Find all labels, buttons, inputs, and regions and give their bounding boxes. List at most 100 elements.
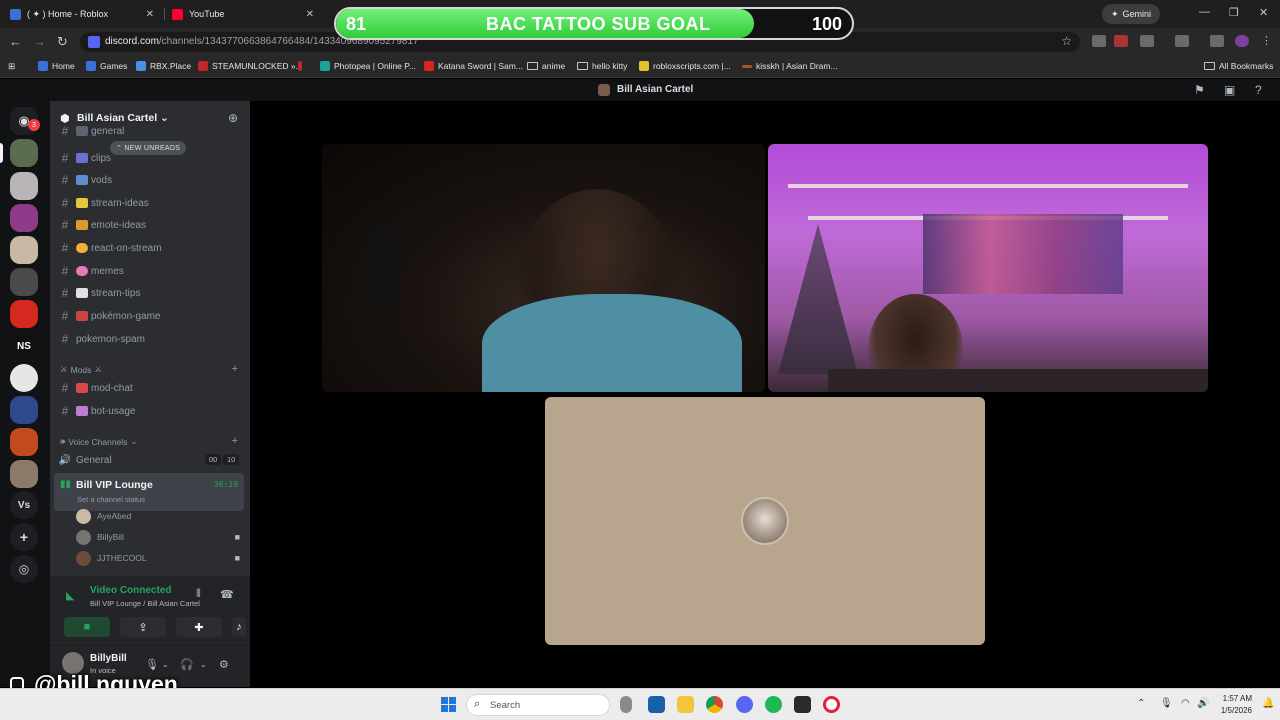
server-icon[interactable] — [10, 460, 38, 488]
channel-general[interactable]: # general — [54, 125, 244, 137]
maximize-icon[interactable]: ❐ — [1229, 6, 1239, 19]
microphone-icon[interactable]: 🎙 — [145, 658, 159, 671]
all-bookmarks[interactable]: All Bookmarks — [1204, 61, 1273, 71]
video-tile[interactable] — [322, 144, 765, 392]
disconnect-icon[interactable]: ☎ — [220, 588, 234, 601]
windows-start-icon[interactable] — [441, 697, 456, 712]
bookmark-item[interactable]: Home — [38, 61, 75, 71]
opera-icon[interactable] — [823, 696, 840, 713]
microphone-icon[interactable]: 🎙 — [1160, 698, 1173, 709]
forward-icon[interactable]: → — [33, 34, 46, 49]
voice-member[interactable]: AyeAbed — [76, 507, 246, 525]
channel-pokemon-game[interactable]: # pokémon-game — [54, 306, 244, 326]
spotify-icon[interactable] — [765, 696, 782, 713]
chevron-down-icon[interactable]: ⌄ — [200, 660, 207, 669]
discover-icon[interactable]: ◎ — [10, 555, 38, 583]
chevron-down-icon[interactable]: ⌄ — [162, 660, 169, 669]
voice-channel-status[interactable]: Set a channel status — [77, 495, 145, 504]
cast-icon[interactable] — [1175, 35, 1189, 47]
profile-avatar[interactable] — [1235, 35, 1249, 47]
voice-member[interactable]: JJTHECOOL ■ — [76, 549, 246, 567]
activities-button[interactable]: ✚ — [176, 617, 222, 637]
kebab-menu-icon[interactable]: ⋮ — [1261, 34, 1272, 47]
bookmark-item[interactable]: Katana Sword | Sam... — [424, 61, 523, 71]
chrome-icon[interactable] — [706, 696, 723, 713]
username[interactable]: BillyBill — [90, 653, 127, 664]
close-icon[interactable]: ✕ — [146, 9, 154, 20]
bookmark-star-icon[interactable]: ☆ — [1061, 34, 1072, 48]
bookmark-item[interactable]: STEAMUNLOCKED »... — [198, 61, 303, 71]
channel-vods[interactable]: # vods — [54, 170, 244, 190]
screen-share-button[interactable]: ⇪ — [120, 617, 166, 637]
video-tile[interactable] — [545, 397, 985, 645]
server-icon[interactable] — [10, 236, 38, 264]
close-icon[interactable]: ✕ — [306, 9, 314, 20]
discord-icon[interactable] — [736, 696, 753, 713]
extension-icon[interactable] — [1114, 35, 1128, 47]
tab-roblox[interactable]: ( ✦ ) Home - Roblox ✕ — [10, 3, 160, 25]
volume-icon[interactable]: 🔊 — [1197, 698, 1209, 709]
bookmark-folder[interactable]: hello kitty — [577, 61, 627, 71]
flag-icon[interactable]: ⚑ — [1194, 83, 1205, 97]
gemini-button[interactable]: ✦ Gemini — [1101, 4, 1160, 24]
channel-bot-usage[interactable]: # bot-usage — [54, 401, 244, 421]
app-icon[interactable] — [794, 696, 811, 713]
bookmark-item[interactable]: Photopea | Online P... — [320, 61, 416, 71]
channel-pokemon-spam[interactable]: # pokemon-spam — [54, 329, 244, 349]
app-icon[interactable] — [648, 696, 665, 713]
media-icon[interactable] — [1210, 35, 1224, 47]
close-window-icon[interactable]: ✕ — [1259, 6, 1268, 19]
bookmark-item[interactable] — [298, 61, 302, 71]
among-us-server-icon[interactable] — [10, 300, 38, 328]
add-channel-icon[interactable]: + — [232, 435, 238, 447]
inbox-icon[interactable]: ▣ — [1224, 83, 1235, 97]
bookmark-item[interactable]: robloxscripts.com |... — [639, 61, 731, 71]
bookmark-folder[interactable]: anime — [527, 61, 565, 71]
vs-server-icon[interactable]: Vs — [10, 491, 38, 519]
soundboard-button[interactable]: ♪ — [232, 617, 246, 637]
help-icon[interactable]: ? — [1255, 83, 1262, 97]
channel-emote-ideas[interactable]: # emote-ideas — [54, 215, 244, 235]
system-clock[interactable]: 1:57 AM 1/5/2026 — [1221, 693, 1252, 717]
add-channel-icon[interactable]: + — [232, 363, 238, 375]
extensions-puzzle-icon[interactable] — [1140, 35, 1154, 47]
server-icon[interactable] — [10, 139, 38, 167]
tab-youtube[interactable]: YouTube ✕ — [172, 3, 320, 25]
bookmark-item[interactable]: Games — [86, 61, 127, 71]
server-icon[interactable] — [10, 428, 38, 456]
category-voice-channels[interactable]: 🕪 Voice Channels ⌄ — [60, 436, 138, 447]
minimize-icon[interactable]: — — [1199, 6, 1210, 18]
taskbar-search[interactable]: ⌕ Search — [466, 694, 610, 716]
add-member-icon[interactable]: ⊕ — [228, 111, 238, 125]
mouse-app-icon[interactable] — [620, 696, 632, 713]
new-unreads-pill[interactable]: ⌃ NEW UNREADS — [110, 141, 187, 155]
voice-connected-title[interactable]: Video Connected — [90, 585, 172, 596]
reload-icon[interactable]: ↻ — [57, 34, 68, 50]
ns-server-icon[interactable]: NS — [10, 332, 38, 360]
bookmark-item[interactable]: RBX.Place — [136, 61, 191, 71]
bookmark-item[interactable]: kisskh | Asian Dram... — [742, 61, 838, 71]
server-icon[interactable] — [10, 268, 38, 296]
server-icon[interactable] — [10, 396, 38, 424]
voice-channel-active[interactable]: ▮▮ Bill VIP Lounge Set a channel status … — [54, 473, 244, 511]
signal-icon[interactable]: ◣ — [66, 589, 74, 602]
extension-icon[interactable] — [1092, 35, 1106, 47]
server-icon[interactable] — [10, 204, 38, 232]
video-tile[interactable] — [768, 144, 1208, 392]
chevron-up-icon[interactable]: ⌃ — [1137, 698, 1145, 709]
notification-bell-icon[interactable]: 🔔 — [1262, 698, 1274, 709]
camera-button[interactable]: ■ — [64, 617, 110, 637]
server-icon[interactable] — [10, 364, 38, 392]
channel-mod-chat[interactable]: # mod-chat — [54, 378, 244, 398]
gear-icon[interactable]: ⚙ — [219, 658, 229, 671]
channel-memes[interactable]: # memes — [54, 261, 244, 281]
wifi-icon[interactable]: ◠ — [1181, 698, 1190, 709]
voice-member[interactable]: BillyBill ■ — [76, 528, 246, 546]
site-info-icon[interactable] — [88, 36, 100, 48]
server-icon[interactable] — [10, 172, 38, 200]
category-mods[interactable]: ⚔ Mods ⚔ — [60, 364, 102, 375]
channel-stream-ideas[interactable]: # stream-ideas — [54, 193, 244, 213]
back-icon[interactable]: ← — [9, 34, 22, 49]
headphones-icon[interactable]: 🎧 — [180, 658, 194, 671]
add-server-icon[interactable]: + — [10, 523, 38, 551]
